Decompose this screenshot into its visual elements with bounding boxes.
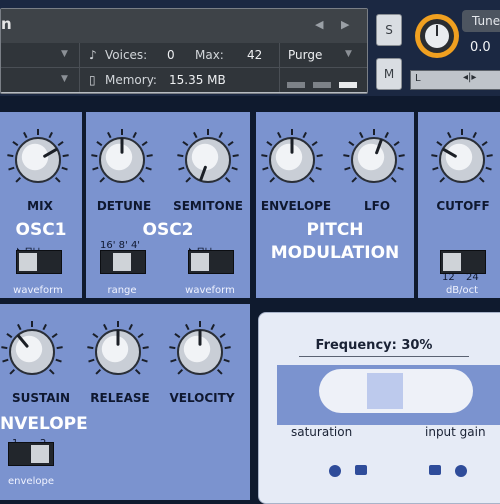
osc2-waveform-label: waveform	[185, 285, 235, 296]
meter-bar-2	[313, 82, 331, 88]
effects-led-2	[355, 465, 367, 475]
frequency-divider	[299, 356, 469, 357]
envelope-title: NVELOPE	[0, 414, 88, 434]
voices-row: ▼ ♪ Voices: 0 Max: 42 Purge ▼	[1, 43, 367, 68]
tune-value: 0.0	[470, 40, 491, 55]
voices-value: 0	[167, 48, 175, 62]
purge-menu[interactable]: Purge	[288, 48, 322, 62]
osc2-title: OSC2	[142, 220, 194, 240]
semitone-label: SEMITONE	[173, 199, 243, 213]
next-instrument-button[interactable]: ▶	[341, 18, 349, 31]
frequency-highlight	[367, 373, 403, 409]
envelope-switch-label: envelope	[8, 476, 54, 487]
osc2-range-label: range	[107, 285, 137, 296]
memory-row: ▼ ▯ Memory: 15.35 MB	[1, 68, 367, 92]
effects-led-1	[329, 465, 341, 477]
envelope-mod-label: ENVELOPE	[260, 199, 332, 213]
effects-panel: Frequency: 30% saturation input gain	[258, 312, 500, 504]
envelope-switch[interactable]	[8, 442, 54, 466]
pitch-modulation-title-2: MODULATION	[270, 243, 400, 263]
memory-icon: ▯	[89, 73, 96, 87]
effects-led-4	[455, 465, 467, 477]
detune-label: DETUNE	[96, 199, 152, 213]
solo-button[interactable]: S	[376, 14, 402, 46]
tune-knob[interactable]	[410, 8, 464, 66]
instrument-title: n	[1, 15, 12, 33]
header-bar: n ◀ ▶ ▼ ♪ Voices: 0 Max: 42 Purge ▼ ▼ ▯ …	[0, 0, 500, 96]
release-label: RELEASE	[90, 391, 150, 405]
input-gain-label: input gain	[425, 425, 486, 439]
output-dropdown-arrow[interactable]: ▼	[61, 49, 68, 59]
max-label: Max:	[195, 48, 224, 62]
filter-slope-switch[interactable]	[440, 250, 486, 274]
memory-label: Memory:	[105, 73, 157, 87]
meter-bar-3	[339, 82, 357, 88]
frequency-readout: Frequency: 30%	[315, 338, 433, 353]
prev-instrument-button[interactable]: ◀	[315, 18, 323, 31]
pan-slider[interactable]: L ◂|▸	[410, 70, 500, 90]
voices-icon: ♪	[89, 48, 97, 62]
meter-bar-1	[287, 82, 305, 88]
effects-led-3	[429, 465, 441, 475]
pitch-modulation-title-1: PITCH	[306, 220, 364, 240]
instrument-title-bar: n ◀ ▶	[1, 9, 367, 44]
tune-label: Tune	[462, 10, 500, 32]
instrument-header-panel: n ◀ ▶ ▼ ♪ Voices: 0 Max: 42 Purge ▼ ▼ ▯ …	[0, 8, 368, 94]
pan-left-label: L	[415, 73, 421, 84]
velocity-label: VELOCITY	[169, 391, 235, 405]
voices-label: Voices:	[105, 48, 148, 62]
sustain-label: SUSTAIN	[11, 391, 71, 405]
memory-value: 15.35 MB	[169, 73, 226, 87]
midi-dropdown-arrow[interactable]: ▼	[61, 74, 68, 84]
osc1-title: OSC1	[15, 220, 67, 240]
osc1-waveform-switch[interactable]	[16, 250, 62, 274]
mix-label: MIX	[27, 199, 53, 213]
cutoff-label: CUTOFF	[436, 199, 490, 213]
osc2-range-switch[interactable]	[100, 250, 146, 274]
purge-dropdown-arrow[interactable]: ▼	[345, 49, 352, 59]
lfo-label: LFO	[363, 199, 391, 213]
max-voices-value[interactable]: 42	[247, 48, 262, 62]
osc1-waveform-label: waveform	[13, 285, 63, 296]
saturation-label: saturation	[291, 425, 353, 439]
mute-button[interactable]: M	[376, 58, 402, 90]
pan-center-handle[interactable]: ◂|▸	[463, 72, 476, 83]
osc2-waveform-switch[interactable]	[188, 250, 234, 274]
filter-slope-label: dB/oct	[445, 285, 479, 296]
